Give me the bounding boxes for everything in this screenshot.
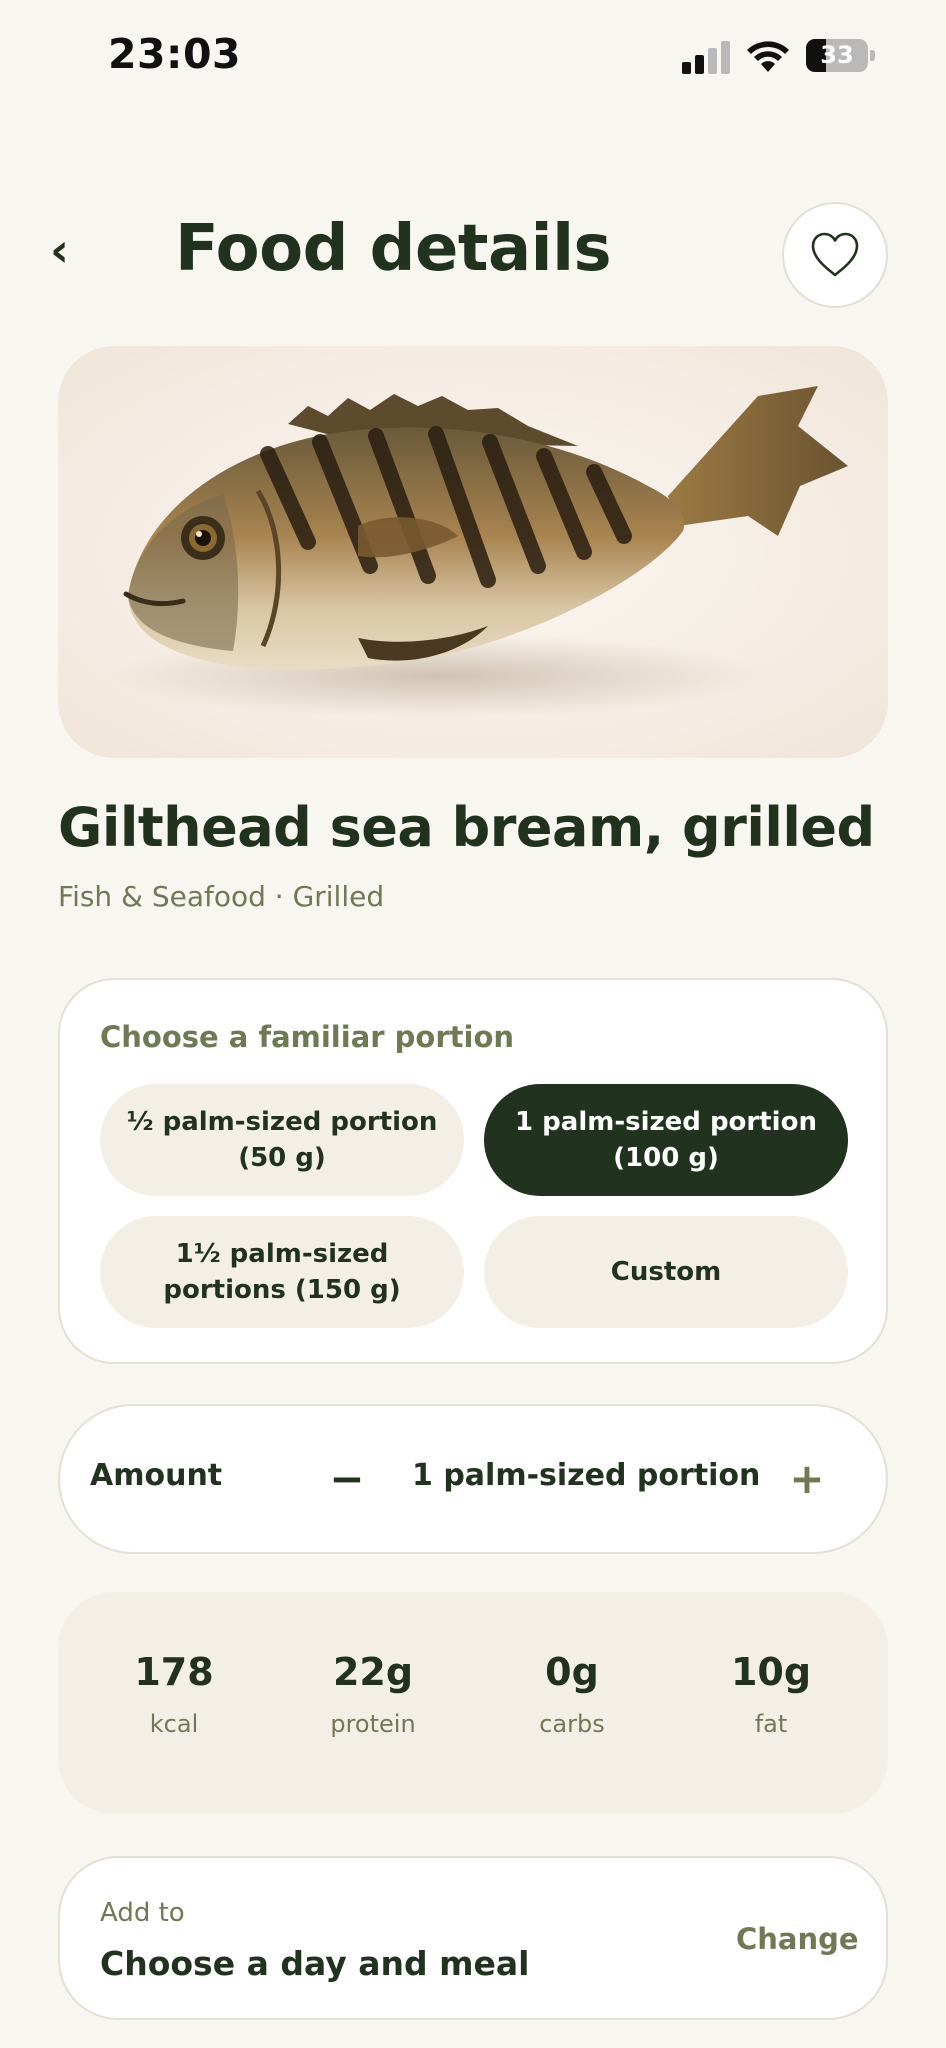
portion-option-custom[interactable]: Custom (484, 1216, 848, 1328)
food-name: Gilthead sea bream, grilled (58, 796, 875, 859)
increase-button[interactable]: + (782, 1446, 832, 1512)
battery-level: 33 (820, 41, 854, 69)
portion-heading: Choose a familiar portion (100, 1020, 515, 1054)
change-button[interactable]: Change (736, 1922, 859, 1956)
portion-option-label: Custom (610, 1257, 722, 1287)
food-image (58, 346, 888, 758)
nutrient-value: 0g (545, 1650, 599, 1694)
amount-label: Amount (90, 1458, 223, 1493)
nutrient-label: fat (754, 1710, 788, 1738)
portion-option-one[interactable]: 1 palm-sized portion (100 g) (484, 1084, 848, 1196)
nutrient-carbs: 0g carbs (472, 1650, 672, 1738)
nutrient-label: protein (330, 1710, 416, 1738)
food-category: Fish & Seafood · Grilled (58, 880, 385, 913)
decrease-button[interactable]: − (322, 1446, 372, 1512)
nutrition-summary: 178 kcal 22g protein 0g carbs 10g fat (58, 1592, 888, 1814)
add-to-value: Choose a day and meal (100, 1944, 530, 1983)
chevron-left-icon: ‹ (50, 223, 69, 277)
status-bar: 23:03 33 (0, 0, 946, 110)
portion-option-one-and-half[interactable]: 1½ palm-sized portions (150 g) (100, 1216, 464, 1328)
nutrient-label: carbs (539, 1710, 605, 1738)
portion-option-half[interactable]: ½ palm-sized portion (50 g) (100, 1084, 464, 1196)
amount-stepper: Amount − 1 palm-sized portion + (58, 1404, 888, 1554)
page-title: Food details (175, 212, 612, 286)
nutrient-value: 178 (134, 1650, 214, 1694)
back-button[interactable]: ‹ (50, 222, 94, 278)
add-to-label: Add to (100, 1898, 185, 1928)
nutrient-label: kcal (149, 1710, 199, 1738)
nutrient-kcal: 178 kcal (74, 1650, 274, 1738)
nutrient-value: 22g (332, 1650, 414, 1694)
cellular-signal-icon (682, 41, 730, 74)
nutrient-protein: 22g protein (273, 1650, 473, 1738)
battery-icon: 33 (806, 39, 876, 72)
amount-value: 1 palm-sized portion (412, 1458, 761, 1493)
portion-option-label: ½ palm-sized portion (50 g) (126, 1107, 438, 1173)
heart-outline-icon (811, 232, 859, 277)
wifi-icon (747, 41, 789, 72)
status-time: 23:03 (108, 30, 242, 78)
favorite-button[interactable] (782, 202, 888, 308)
portion-option-label: 1½ palm-sized portions (150 g) (163, 1239, 401, 1305)
nutrient-fat: 10g fat (671, 1650, 871, 1738)
portion-card: Choose a familiar portion ½ palm-sized p… (58, 978, 888, 1364)
nutrient-value: 10g (730, 1650, 812, 1694)
portion-option-label: 1 palm-sized portion (100 g) (515, 1107, 817, 1173)
add-to-meal-card[interactable]: Add to Choose a day and meal Change (58, 1856, 888, 2020)
